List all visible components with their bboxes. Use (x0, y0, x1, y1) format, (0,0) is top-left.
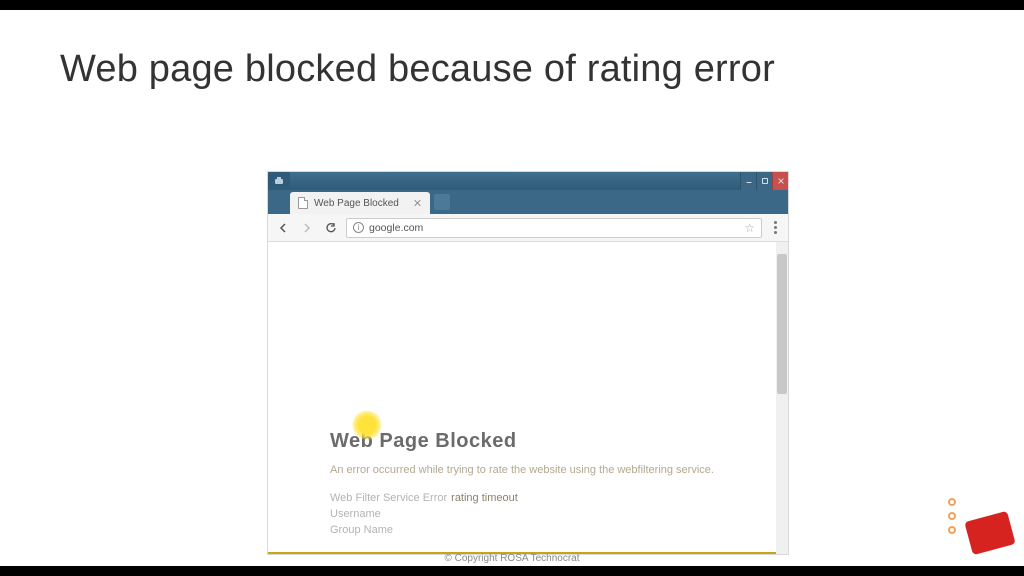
url-text: google.com (369, 222, 423, 234)
bookmark-star-icon[interactable]: ☆ (744, 221, 755, 235)
detail-value: rating timeout (451, 492, 518, 504)
cursor-highlight-icon (352, 410, 382, 440)
detail-row: Username (330, 508, 714, 520)
maximize-button[interactable] (756, 172, 772, 190)
blocked-details: Web Filter Service Error rating timeout U… (330, 492, 714, 536)
detail-label: Web Filter Service Error (330, 492, 447, 504)
brand-logo (948, 494, 1012, 550)
tab-close-icon[interactable] (414, 199, 422, 207)
page-viewport: Web Page Blocked An error occurred while… (268, 242, 788, 554)
minimize-button[interactable] (740, 172, 756, 190)
blocked-heading: Web Page Blocked (330, 430, 714, 453)
back-button[interactable] (274, 219, 292, 237)
slide-footer: © Copyright ROSA Technocrat (444, 553, 579, 564)
browser-tab[interactable]: Web Page Blocked (290, 192, 430, 214)
detail-label: Group Name (330, 524, 393, 536)
address-bar[interactable]: i google.com ☆ (346, 218, 762, 238)
blocked-message: An error occurred while trying to rate t… (330, 463, 714, 478)
detail-row: Group Name (330, 524, 714, 536)
blocked-panel: Web Page Blocked An error occurred while… (330, 430, 714, 540)
browser-toolbar: i google.com ☆ (268, 214, 788, 242)
page-favicon-icon (298, 197, 308, 209)
detail-row: Web Filter Service Error rating timeout (330, 492, 714, 504)
app-icon (268, 172, 290, 190)
browser-menu-button[interactable] (768, 221, 782, 234)
logo-dots-icon (948, 498, 956, 540)
browser-window: Web Page Blocked i google.com ☆ (268, 172, 788, 554)
tab-strip: Web Page Blocked (268, 190, 788, 214)
scrollbar-thumb[interactable] (777, 254, 787, 394)
window-titlebar (268, 172, 788, 190)
tab-title: Web Page Blocked (314, 198, 399, 209)
slide-title: Web page blocked because of rating error (0, 10, 1024, 91)
logo-device-icon (964, 511, 1015, 555)
slide: Web page blocked because of rating error… (0, 10, 1024, 566)
new-tab-button[interactable] (434, 194, 450, 210)
close-button[interactable] (772, 172, 788, 190)
site-info-icon[interactable]: i (353, 222, 364, 233)
forward-button[interactable] (298, 219, 316, 237)
reload-button[interactable] (322, 219, 340, 237)
detail-label: Username (330, 508, 381, 520)
